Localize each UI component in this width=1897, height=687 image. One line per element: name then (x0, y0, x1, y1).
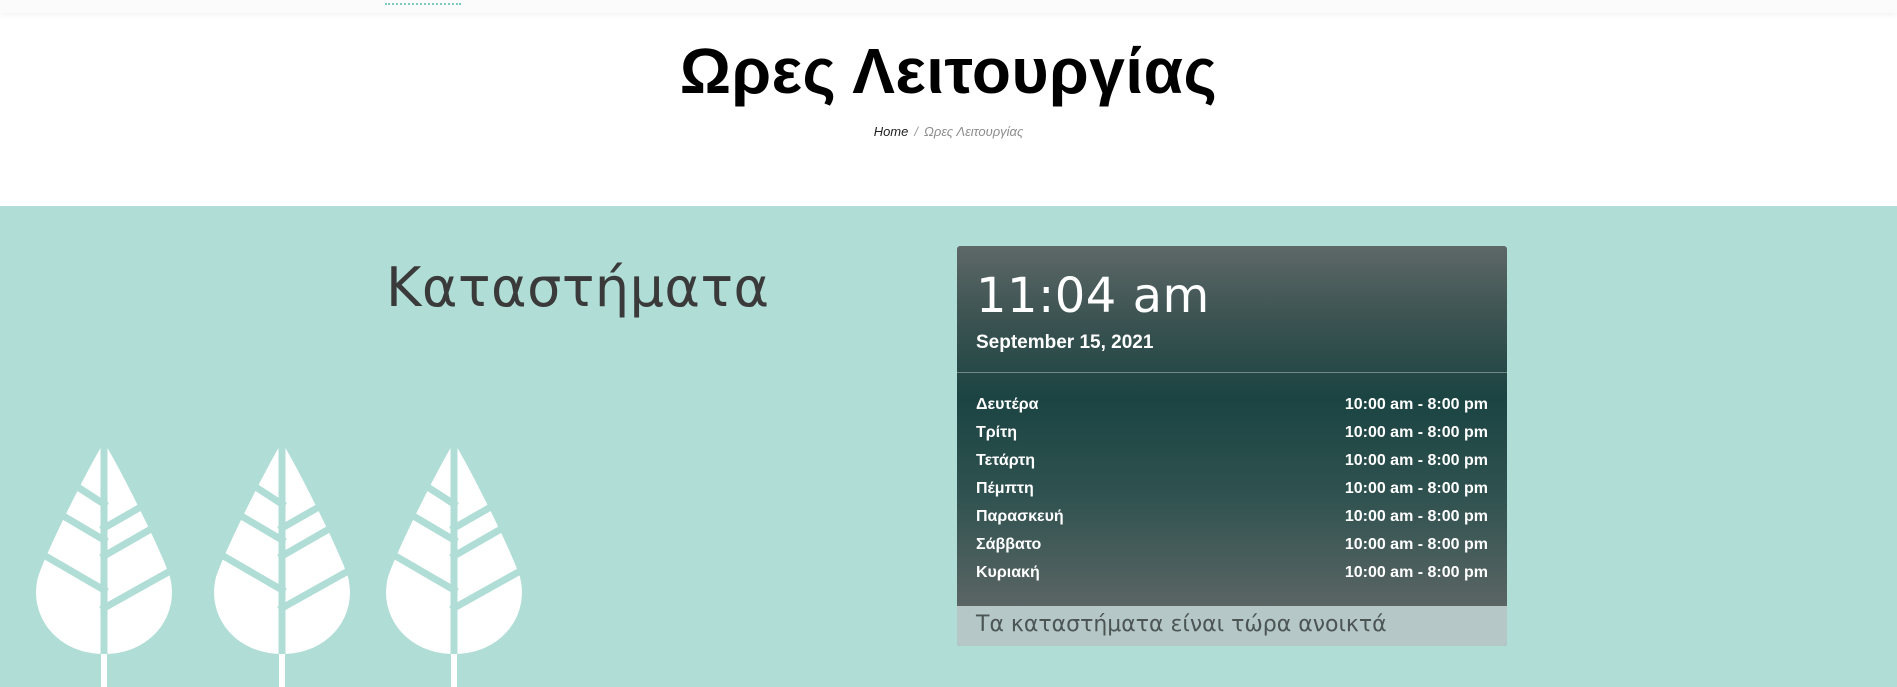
opening-hours-card: 11:04 am September 15, 2021 Δευτέρα 10:0… (957, 246, 1507, 646)
hours-value: 10:00 am - 8:00 pm (1344, 452, 1488, 469)
hours-list: Δευτέρα 10:00 am - 8:00 pm Τρίτη 10:00 a… (976, 395, 1488, 591)
day-label: Σάββατο (976, 536, 1042, 553)
card-divider (957, 372, 1507, 373)
leaf-icon (214, 442, 350, 687)
hours-row-tuesday: Τρίτη 10:00 am - 8:00 pm (976, 423, 1488, 451)
leaf-icon (36, 442, 172, 687)
hours-row-friday: Παρασκευή 10:00 am - 8:00 pm (976, 507, 1488, 535)
hours-row-thursday: Πέμπτη 10:00 am - 8:00 pm (976, 479, 1488, 507)
leaf-icon (386, 442, 522, 687)
nav-menu-fragment (385, 0, 461, 5)
open-status-text: Τα καταστήματα είναι τώρα ανοικτά (976, 612, 1387, 637)
hours-row-saturday: Σάββατο 10:00 am - 8:00 pm (976, 535, 1488, 563)
breadcrumb-current: Ωρες Λειτουργίας (924, 124, 1024, 139)
breadcrumb-separator: / (914, 124, 918, 139)
hours-value: 10:00 am - 8:00 pm (1344, 508, 1488, 525)
stores-heading: Καταστήματα (386, 256, 770, 319)
current-date: September 15, 2021 (976, 332, 1154, 353)
day-label: Κυριακή (976, 564, 1040, 581)
breadcrumb-home-link[interactable]: Home (874, 124, 909, 139)
hours-row-wednesday: Τετάρτη 10:00 am - 8:00 pm (976, 451, 1488, 479)
hours-value: 10:00 am - 8:00 pm (1344, 396, 1488, 413)
hours-value: 10:00 am - 8:00 pm (1344, 564, 1488, 581)
hours-value: 10:00 am - 8:00 pm (1344, 536, 1488, 553)
day-label: Τρίτη (976, 424, 1018, 441)
hours-value: 10:00 am - 8:00 pm (1344, 424, 1488, 441)
open-status-bar: Τα καταστήματα είναι τώρα ανοικτά (957, 606, 1507, 646)
current-time: 11:04 am (976, 268, 1210, 324)
hours-row-sunday: Κυριακή 10:00 am - 8:00 pm (976, 563, 1488, 591)
day-label: Παρασκευή (976, 508, 1064, 525)
day-label: Πέμπτη (976, 480, 1034, 497)
page-title: Ωρες Λειτουργίας (679, 35, 1218, 107)
hours-value: 10:00 am - 8:00 pm (1344, 480, 1488, 497)
day-label: Τετάρτη (976, 452, 1036, 469)
hours-row-monday: Δευτέρα 10:00 am - 8:00 pm (976, 395, 1488, 423)
breadcrumb: Home / Ωρες Λειτουργίας (0, 124, 1897, 139)
day-label: Δευτέρα (976, 396, 1039, 413)
top-navigation-bar (0, 0, 1897, 13)
opening-hours-section: Καταστήματα 11:04 am September 15, 2021 … (0, 206, 1897, 687)
